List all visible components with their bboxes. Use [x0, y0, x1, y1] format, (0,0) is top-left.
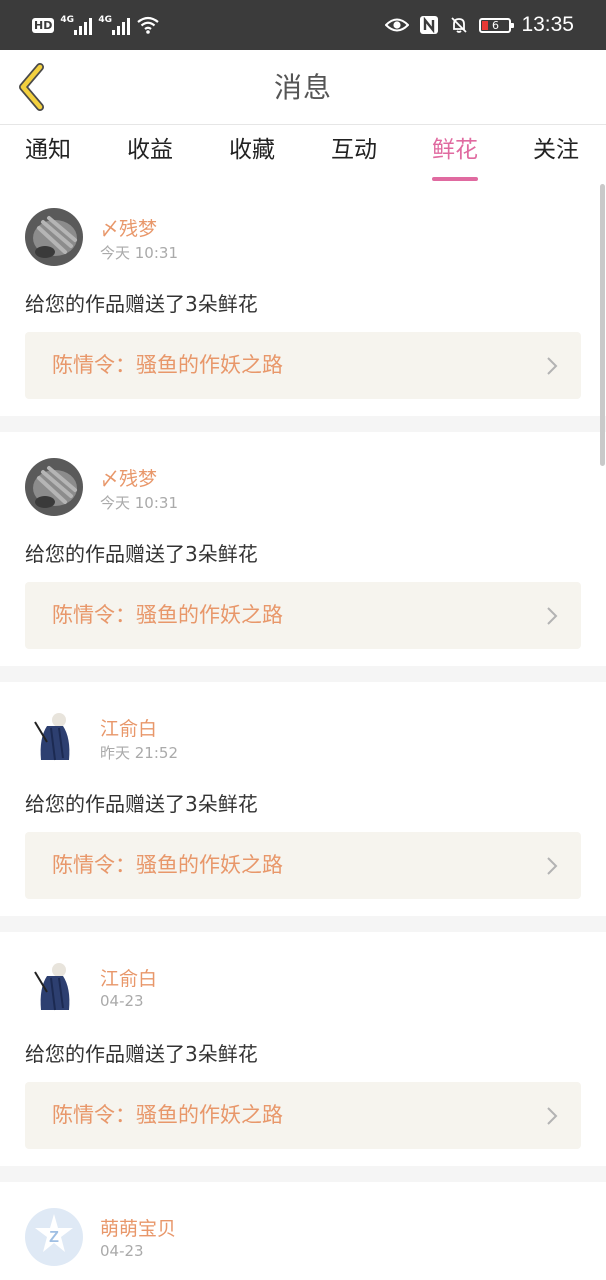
signal-icon-sim1: 4G	[60, 15, 93, 35]
battery-icon: 6	[479, 17, 515, 33]
tab-notifications[interactable]: 通知	[25, 135, 71, 165]
chevron-right-icon	[547, 857, 558, 875]
tab-label: 收益	[127, 137, 173, 163]
work-link[interactable]: 陈情令：骚鱼的作妖之路	[25, 1082, 581, 1149]
clock: 13:35	[521, 13, 574, 36]
list-item: Z 萌萌宝贝 04-23	[0, 1182, 606, 1280]
signal-icon-sim2: 4G	[98, 15, 131, 35]
svg-text:Z: Z	[49, 1229, 59, 1246]
message-text: 给您的作品赠送了3朵鲜花	[25, 1042, 258, 1066]
status-right: 6 13:35	[385, 10, 574, 40]
chevron-right-icon	[547, 357, 558, 375]
work-title: 陈情令：骚鱼的作妖之路	[52, 1103, 283, 1127]
tab-label: 收藏	[229, 137, 275, 163]
work-link[interactable]: 陈情令：骚鱼的作妖之路	[25, 832, 581, 899]
tab-label: 互动	[331, 137, 377, 163]
list-item: 〆残梦 今天 10:31 给您的作品赠送了3朵鲜花 陈情令：骚鱼的作妖之路	[0, 182, 606, 416]
username[interactable]: 萌萌宝贝	[100, 1214, 176, 1241]
hd-indicator: HD	[32, 17, 55, 33]
sim1-network-label: 4G	[60, 15, 74, 25]
status-bar: HD 4G 4G 6 13:35	[0, 0, 606, 50]
tab-label: 通知	[25, 137, 71, 163]
timestamp: 04-23	[100, 992, 144, 1010]
avatar[interactable]: Z	[25, 1208, 83, 1266]
username[interactable]: 江俞白	[100, 714, 157, 741]
list-item: 〆残梦 今天 10:31 给您的作品赠送了3朵鲜花 陈情令：骚鱼的作妖之路	[0, 432, 606, 666]
tab-label: 鲜花	[432, 137, 478, 163]
timestamp: 今天 10:31	[100, 244, 178, 262]
battery-level: 6	[491, 18, 499, 32]
work-title: 陈情令：骚鱼的作妖之路	[52, 603, 283, 627]
avatar[interactable]	[25, 208, 83, 266]
nfc-icon	[420, 16, 439, 34]
work-title: 陈情令：骚鱼的作妖之路	[52, 853, 283, 877]
timestamp: 04-23	[100, 1242, 144, 1260]
eye-icon	[385, 18, 410, 32]
avatar[interactable]	[25, 958, 83, 1016]
page-title: 消息	[273, 71, 332, 104]
message-text: 给您的作品赠送了3朵鲜花	[25, 792, 258, 816]
timestamp: 昨天 21:52	[100, 744, 178, 762]
username[interactable]: 〆残梦	[100, 214, 157, 241]
timestamp: 今天 10:31	[100, 494, 178, 512]
list-item: 江俞白 昨天 21:52 给您的作品赠送了3朵鲜花 陈情令：骚鱼的作妖之路	[0, 682, 606, 916]
app-header: 消息	[0, 50, 606, 125]
username[interactable]: 〆残梦	[100, 464, 157, 491]
chevron-right-icon	[547, 607, 558, 625]
tab-interactions[interactable]: 互动	[331, 135, 377, 165]
tab-following[interactable]: 关注	[533, 135, 579, 165]
tab-earnings[interactable]: 收益	[127, 135, 173, 165]
sim2-network-label: 4G	[98, 15, 112, 25]
scrollbar[interactable]	[600, 184, 605, 466]
avatar[interactable]	[25, 708, 83, 766]
list-item: 江俞白 04-23 给您的作品赠送了3朵鲜花 陈情令：骚鱼的作妖之路	[0, 932, 606, 1166]
wifi-icon	[137, 16, 160, 34]
work-link[interactable]: 陈情令：骚鱼的作妖之路	[25, 332, 581, 399]
tab-label: 关注	[533, 137, 579, 163]
status-left: HD 4G 4G	[32, 12, 160, 38]
work-link[interactable]: 陈情令：骚鱼的作妖之路	[25, 582, 581, 649]
tab-favorites[interactable]: 收藏	[229, 135, 275, 165]
mute-bell-icon	[451, 17, 468, 33]
message-text: 给您的作品赠送了3朵鲜花	[25, 292, 258, 316]
tab-bar: 通知 收益 收藏 互动 鲜花 关注	[0, 125, 606, 182]
tab-flowers[interactable]: 鲜花	[432, 135, 478, 181]
message-list[interactable]: 〆残梦 今天 10:31 给您的作品赠送了3朵鲜花 陈情令：骚鱼的作妖之路 〆残…	[0, 182, 606, 1280]
message-text: 给您的作品赠送了3朵鲜花	[25, 542, 258, 566]
tab-indicator	[432, 177, 478, 181]
avatar[interactable]	[25, 458, 83, 516]
work-title: 陈情令：骚鱼的作妖之路	[52, 353, 283, 377]
chevron-right-icon	[547, 1107, 558, 1125]
username[interactable]: 江俞白	[100, 964, 157, 991]
